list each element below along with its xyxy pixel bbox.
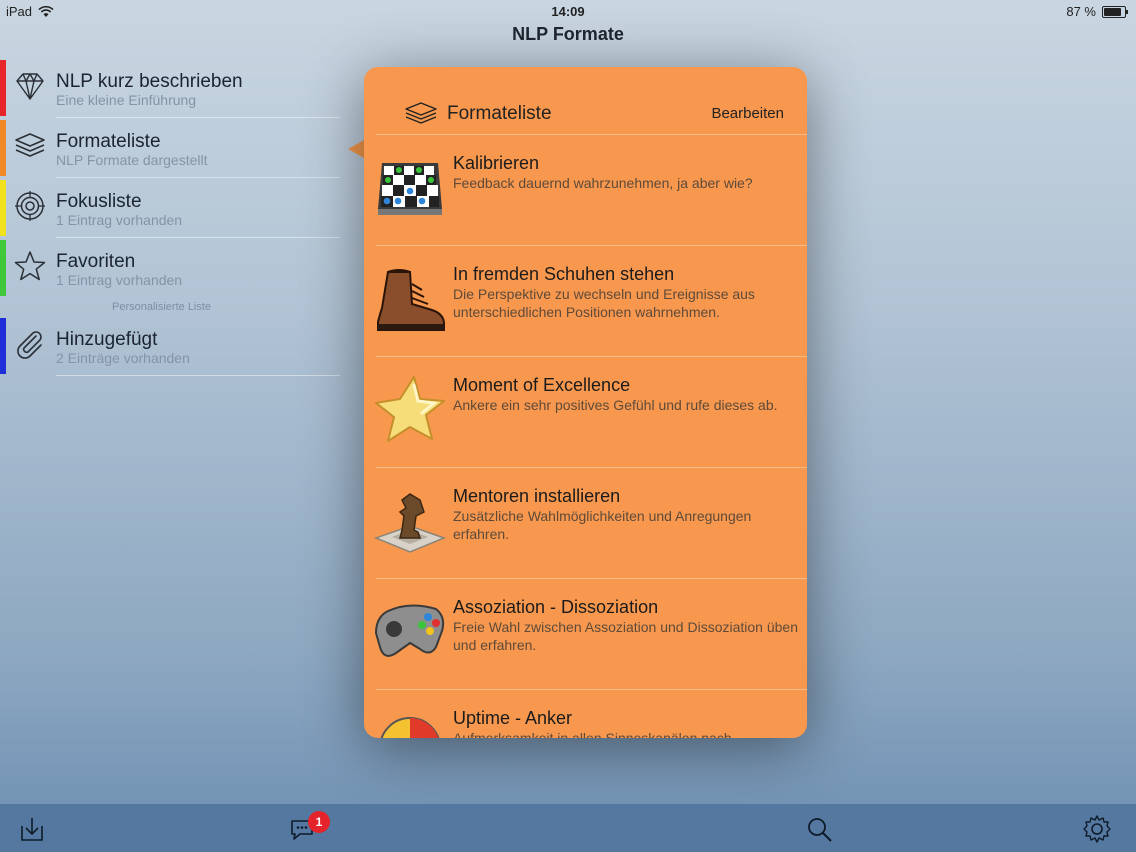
gear-icon[interactable] xyxy=(1082,814,1112,844)
format-list: Kalibrieren Feedback dauernd wahrzunehme… xyxy=(364,135,807,738)
nav-title: NLP Formate xyxy=(512,24,624,44)
list-item-title: Assoziation - Dissoziation xyxy=(453,597,659,617)
status-bar: iPad 14:09 87 % xyxy=(0,0,1136,24)
star-icon xyxy=(14,251,46,281)
layers-icon xyxy=(405,102,437,124)
star-icon xyxy=(375,376,445,442)
search-icon[interactable] xyxy=(804,814,834,844)
list-item-title: Uptime - Anker xyxy=(453,708,573,728)
sidebar-item-title: NLP kurz beschrieben xyxy=(56,71,243,92)
sidebar-item-subtitle: NLP Formate dargestellt xyxy=(56,152,208,168)
popover-header: Formateliste Bearbeiten xyxy=(364,67,807,135)
list-item-uptime-anker[interactable]: Uptime - Anker Aufmerksamkeit in allen S… xyxy=(364,690,807,738)
status-right: 87 % xyxy=(1066,4,1128,19)
sidebar-item-nlp-kurz[interactable]: NLP kurz beschrieben Eine kleine Einführ… xyxy=(0,58,340,118)
sidebar: NLP kurz beschrieben Eine kleine Einführ… xyxy=(0,58,340,376)
chess-knight-icon xyxy=(374,493,446,553)
list-item-kalibrieren[interactable]: Kalibrieren Feedback dauernd wahrzunehme… xyxy=(364,135,807,246)
list-item-title: In fremden Schuhen stehen xyxy=(453,264,675,284)
list-item-moment-of-excellence[interactable]: Moment of Excellence Ankere ein sehr pos… xyxy=(364,357,807,468)
color-bar-blue xyxy=(0,318,6,374)
list-item-desc: Feedback dauernd wahrzunehmen, ja aber w… xyxy=(453,175,753,191)
list-item-desc: Zusätzliche Wahlmöglichkeiten und Anregu… xyxy=(453,508,752,542)
list-item-desc: Ankere ein sehr positives Gefühl und ruf… xyxy=(453,397,778,413)
color-bar-green xyxy=(0,240,6,296)
paperclip-icon xyxy=(17,331,42,359)
layers-icon xyxy=(15,133,45,157)
popover-title: Formateliste xyxy=(447,103,552,124)
list-item-desc: Aufmerksamkeit in allen Sinneskanälen na… xyxy=(453,730,732,738)
list-item-desc: Freie Wahl zwischen Assoziation und Diss… xyxy=(453,619,798,653)
checkerboard-icon xyxy=(378,163,442,215)
target-icon xyxy=(15,191,45,221)
sidebar-item-hinzugefuegt[interactable]: Hinzugefügt 2 Einträge vorhanden xyxy=(0,316,340,376)
bottom-toolbar xyxy=(0,804,1136,852)
sidebar-item-subtitle: 2 Einträge vorhanden xyxy=(56,350,190,366)
gamepad-icon xyxy=(374,604,445,657)
sidebar-item-subtitle: Eine kleine Einführung xyxy=(56,92,197,108)
battery-percent: 87 % xyxy=(1066,4,1096,19)
color-bar-yellow xyxy=(0,180,6,236)
clock: 14:09 xyxy=(551,4,585,19)
boot-icon xyxy=(377,269,445,331)
sidebar-item-subtitle: 1 Eintrag vorhanden xyxy=(56,212,183,228)
sidebar-item-title: Formateliste xyxy=(56,131,161,152)
diamond-icon xyxy=(16,73,44,100)
notification-badge: 1 xyxy=(308,811,330,833)
sidebar-item-formateliste[interactable]: Formateliste NLP Formate dargestellt xyxy=(0,118,340,178)
sidebar-item-favoriten[interactable]: Favoriten 1 Eintrag vorhanden xyxy=(0,238,340,298)
sidebar-item-subtitle: 1 Eintrag vorhanden xyxy=(56,272,183,288)
download-icon[interactable] xyxy=(17,814,47,844)
pie-chart-icon xyxy=(380,717,440,738)
list-item-title: Moment of Excellence xyxy=(453,375,631,395)
section-label: Personalisierte Liste xyxy=(112,301,212,313)
color-bar-red xyxy=(0,60,6,116)
sidebar-item-fokusliste[interactable]: Fokusliste 1 Eintrag vorhanden xyxy=(0,178,340,238)
list-item-title: Kalibrieren xyxy=(453,153,540,173)
list-item-title: Mentoren installieren xyxy=(453,486,621,506)
list-item-mentoren-installieren[interactable]: Mentoren installieren Zusätzliche Wahlmö… xyxy=(364,468,807,579)
list-item-assoziation-dissoziation[interactable]: Assoziation - Dissoziation Freie Wahl zw… xyxy=(364,579,807,690)
sidebar-item-title: Hinzugefügt xyxy=(56,329,158,350)
list-item-fremde-schuhe[interactable]: In fremden Schuhen stehen Die Perspektiv… xyxy=(364,246,807,357)
popover-arrow xyxy=(348,140,364,158)
edit-button[interactable]: Bearbeiten xyxy=(711,105,784,122)
battery-icon xyxy=(1102,5,1128,18)
formateliste-popover: Formateliste Bearbeiten Kalibrieren Feed… xyxy=(364,67,807,738)
divider xyxy=(56,375,340,376)
list-item-desc: Die Perspektive zu wechseln und Ereignis… xyxy=(453,286,755,320)
sidebar-item-title: Fokusliste xyxy=(56,191,142,212)
color-bar-orange xyxy=(0,120,6,176)
sidebar-item-title: Favoriten xyxy=(56,251,136,272)
